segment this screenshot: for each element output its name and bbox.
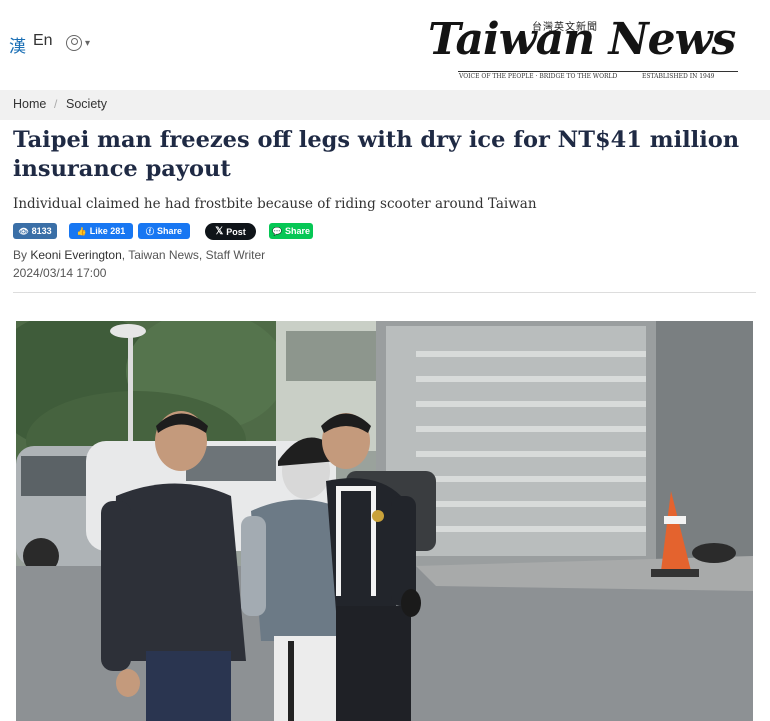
view-count-badge: 👁 8133 (13, 223, 57, 239)
user-menu-button[interactable]: ▾ (66, 33, 92, 53)
breadcrumb-society[interactable]: Society (66, 97, 107, 111)
user-icon (66, 35, 82, 51)
article-photo (16, 321, 753, 721)
publish-date: 2024/03/14 17:00 (13, 266, 107, 280)
logo-rule (458, 71, 738, 72)
view-count: 8133 (31, 226, 52, 236)
x-logo-icon: 𝕏 (215, 226, 224, 237)
byline-suffix: , Taiwan News, Staff Writer (121, 248, 266, 262)
facebook-like-button[interactable]: 👍 Like 281 (69, 223, 133, 239)
breadcrumb-home[interactable]: Home (13, 97, 46, 111)
article-subheadline: Individual claimed he had frostbite beca… (13, 196, 537, 212)
article-headline: Taipei man freezes off legs with dry ice… (13, 127, 740, 182)
eye-icon: 👁 (18, 226, 29, 236)
line-share-button[interactable]: 💬 Share (269, 223, 313, 239)
site-logo[interactable]: Taiwan News 台灣英文新聞 VOICE OF THE PEOPLE ·… (428, 14, 738, 82)
breadcrumb-separator: / (54, 97, 58, 111)
x-post-label: Post (226, 226, 246, 237)
site-header: 漢 En ▾ Taiwan News 台灣英文新聞 VOICE OF THE P… (0, 0, 770, 91)
chevron-down-icon: ▾ (85, 37, 91, 49)
facebook-share-button[interactable]: ⓕ Share (138, 223, 190, 239)
facebook-like-label: Like 281 (89, 226, 126, 236)
author-link[interactable]: Keoni Everington (30, 248, 121, 262)
logo-chinese-name: 台灣英文新聞 (532, 22, 598, 33)
x-post-button[interactable]: 𝕏 Post (205, 223, 256, 240)
line-icon: 💬 (272, 226, 282, 236)
line-share-label: Share (284, 226, 310, 236)
facebook-icon: ⓕ (145, 226, 154, 236)
divider (13, 292, 756, 293)
byline-prefix: By (13, 248, 31, 262)
logo-tagline: VOICE OF THE PEOPLE · BRIDGE TO THE WORL… (459, 73, 618, 80)
lang-english-link[interactable]: En (33, 32, 53, 50)
byline: By Keoni Everington, Taiwan News, Staff … (13, 248, 265, 262)
facebook-share-label: Share (156, 226, 182, 236)
breadcrumb: Home / Society (0, 90, 770, 120)
logo-established: ESTABLISHED IN 1949 (642, 73, 715, 80)
lang-chinese-link[interactable]: 漢 (9, 32, 26, 57)
thumbs-up-icon: 👍 (76, 226, 87, 236)
